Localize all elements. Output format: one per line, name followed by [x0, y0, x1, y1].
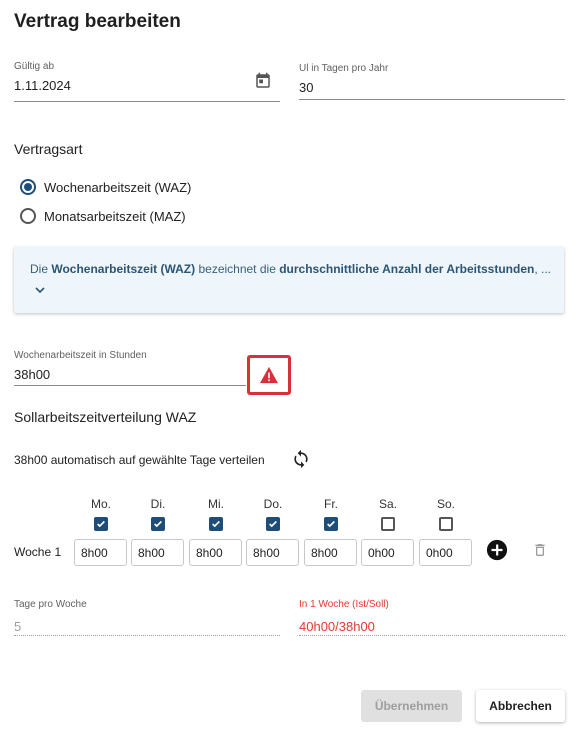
weekly-hours-label: Wochenarbeitszeit in Stunden	[14, 350, 147, 361]
checkbox-so[interactable]	[439, 517, 453, 531]
checkbox-sa[interactable]	[381, 517, 395, 531]
distribution-heading: Sollarbeitszeitverteilung WAZ	[14, 409, 197, 425]
checkbox-di[interactable]	[151, 517, 165, 531]
radio-label: Wochenarbeitszeit (WAZ)	[44, 179, 192, 195]
radio-option-maz[interactable]: Monatsarbeitszeit (MAZ)	[20, 208, 186, 224]
check-icon	[212, 520, 220, 528]
days-per-week-underline	[14, 635, 280, 636]
chevron-down-icon[interactable]	[32, 282, 48, 298]
check-icon	[97, 520, 105, 528]
valid-from-underline	[14, 101, 280, 102]
days-per-week-label: Tage pro Woche	[14, 599, 87, 610]
day-label-di: Di.	[150, 497, 166, 511]
checkbox-mi[interactable]	[209, 517, 223, 531]
hours-input-so[interactable]: 0h00	[419, 539, 472, 566]
vacation-days-input[interactable]: 30	[299, 80, 313, 95]
auto-distribute-text: 38h00 automatisch auf gewählte Tage vert…	[14, 453, 265, 467]
hours-input-mi[interactable]: 8h00	[189, 539, 242, 566]
check-icon	[269, 520, 277, 528]
apply-button[interactable]: Übernehmen	[361, 690, 462, 722]
valid-from-label: Gültig ab	[14, 61, 55, 72]
checkbox-do[interactable]	[266, 517, 280, 531]
week-ratio-label: In 1 Woche (Ist/Soll)	[299, 599, 389, 610]
hours-input-di[interactable]: 8h00	[131, 539, 184, 566]
hours-input-fr[interactable]: 8h00	[304, 539, 357, 566]
dialog-title: Vertrag bearbeiten	[14, 11, 181, 32]
vacation-days-label: Ul in Tagen pro Jahr	[299, 63, 389, 74]
warning-indicator	[247, 355, 291, 395]
days-per-week-value: 5	[14, 619, 22, 634]
check-icon	[327, 520, 335, 528]
calendar-icon[interactable]	[254, 72, 272, 90]
check-icon	[154, 520, 162, 528]
weekly-hours-underline	[14, 385, 246, 386]
week-ratio-value: 40h00/38h00	[299, 619, 375, 634]
sync-icon[interactable]	[291, 449, 311, 469]
day-label-mo: Mo.	[90, 497, 111, 511]
checkbox-mo[interactable]	[94, 517, 108, 531]
info-box: Die Wochenarbeitszeit (WAZ) bezeichnet d…	[14, 247, 564, 313]
contract-type-heading: Vertragsart	[14, 141, 83, 157]
radio-option-waz[interactable]: Wochenarbeitszeit (WAZ)	[20, 179, 191, 195]
week-ratio-underline	[299, 635, 565, 636]
radio-button[interactable]	[20, 208, 36, 224]
info-text: Die Wochenarbeitszeit (WAZ) bezeichnet d…	[30, 262, 552, 276]
valid-from-input[interactable]: 1.11.2024	[14, 78, 71, 93]
radio-label: Monatsarbeitszeit (MAZ)	[44, 208, 186, 224]
cancel-button[interactable]: Abbrechen	[476, 690, 565, 722]
week-label: Woche 1	[14, 545, 62, 559]
day-label-fr: Fr.	[324, 497, 338, 511]
day-label-so: So.	[436, 497, 455, 511]
warning-icon	[260, 366, 278, 384]
vacation-days-underline	[299, 99, 565, 100]
add-circle-icon[interactable]	[486, 539, 508, 561]
trash-icon[interactable]	[532, 541, 548, 559]
checkbox-fr[interactable]	[324, 517, 338, 531]
day-label-sa: Sa.	[378, 497, 397, 511]
radio-button[interactable]	[20, 179, 36, 195]
day-label-mi: Mi.	[208, 497, 224, 511]
hours-input-mo[interactable]: 8h00	[74, 539, 127, 566]
weekly-hours-input[interactable]: 38h00	[14, 367, 50, 382]
day-label-do: Do.	[263, 497, 283, 511]
hours-input-do[interactable]: 8h00	[246, 539, 299, 566]
hours-input-sa[interactable]: 0h00	[361, 539, 414, 566]
